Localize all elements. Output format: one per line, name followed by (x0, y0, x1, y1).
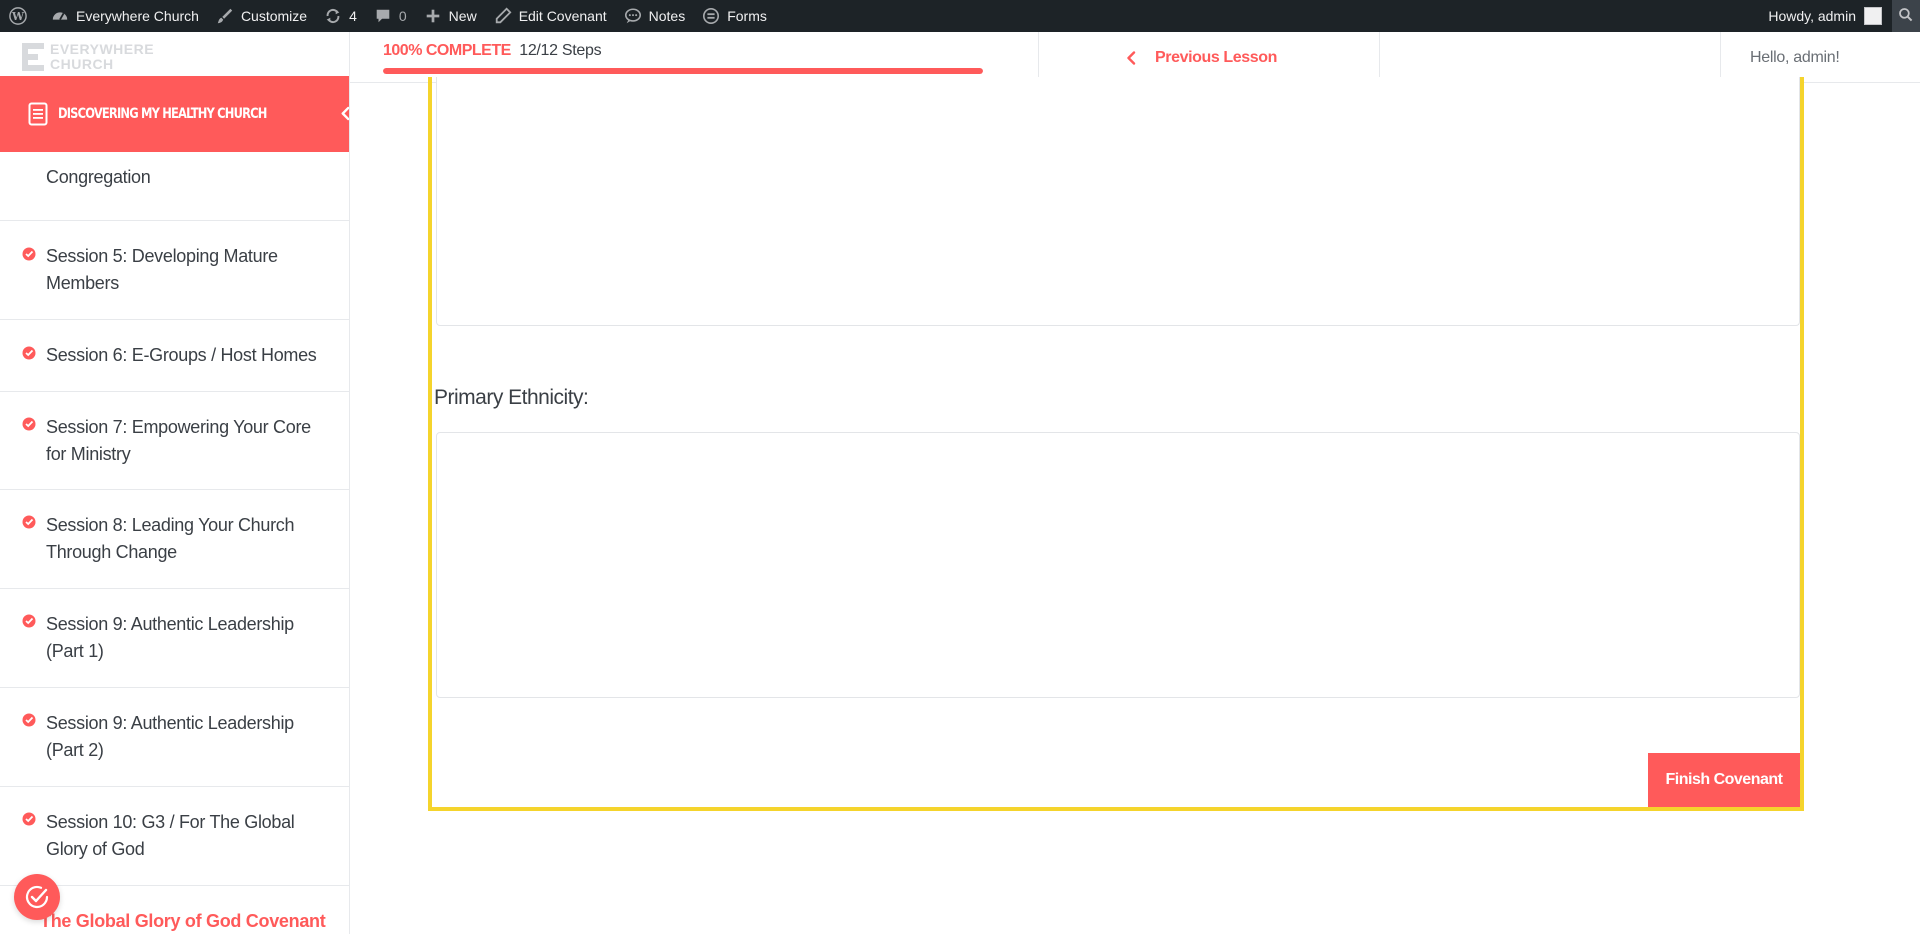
topbar-divider (1720, 32, 1721, 83)
previous-lesson-label: Previous Lesson (1155, 48, 1278, 66)
comment-bubble-icon (373, 6, 393, 26)
lesson-label: Session 10: G3 / For The Global Glory of… (46, 812, 295, 859)
plus-icon (423, 6, 443, 26)
edit-covenant-link[interactable]: Edit Covenant (485, 0, 615, 32)
svg-text:W: W (11, 10, 25, 23)
lesson-label: Congregation (46, 167, 151, 187)
site-logo-mark (22, 43, 44, 71)
forms-icon (701, 6, 721, 26)
lesson-label: Session 9: Authentic Leadership (Part 2) (46, 713, 294, 760)
site-logo[interactable]: EVERYWHERE CHURCH (22, 42, 154, 72)
wp-admin-bar: W Everywhere Church Customize 4 0 New Ed… (0, 0, 1920, 32)
avatar (1864, 7, 1882, 25)
customize-label: Customize (240, 8, 308, 24)
course-sidebar: EVERYWHERE CHURCH Discovering My Healthy… (0, 32, 350, 934)
dashboard-gauge-icon (50, 6, 70, 26)
logo-line-2: CHURCH (50, 56, 114, 72)
updates-refresh-icon (323, 6, 343, 26)
comments-link[interactable]: 0 (365, 0, 415, 32)
progress-steps: 12/12 Steps (519, 42, 602, 59)
course-title: Discovering My Healthy Church (58, 106, 267, 122)
lesson-label: The Global Glory of God Covenant (40, 911, 326, 931)
lesson-topbar: 100% COMPLETE 12/12 Steps Previous Lesso… (350, 32, 1920, 83)
lesson-item[interactable]: Session 8: Leading Your Church Through C… (0, 490, 349, 589)
lesson-label: Session 8: Leading Your Church Through C… (46, 515, 295, 562)
lesson-item[interactable]: Congregation (0, 142, 349, 221)
document-icon (28, 102, 48, 126)
lesson-list: Congregation Session 5: Developing Matur… (0, 142, 349, 934)
updates-count: 4 (349, 8, 357, 24)
notes-label: Notes (648, 8, 686, 24)
check-clock-icon (25, 885, 49, 909)
complete-check-icon (22, 247, 36, 261)
chevron-left-icon (1127, 50, 1136, 65)
updates-link[interactable]: 4 (315, 0, 365, 32)
topbar-divider (1038, 32, 1039, 83)
lesson-item[interactable]: Session 10: G3 / For The Global Glory of… (0, 787, 349, 886)
finish-covenant-button[interactable]: Finish Covenant (1648, 753, 1800, 807)
chevron-left-icon (341, 106, 349, 120)
complete-check-icon (22, 346, 36, 360)
lesson-item[interactable]: Session 6: E-Groups / Host Homes (0, 320, 349, 392)
lesson-content: Primary Ethnicity: Finish Covenant (350, 77, 1920, 934)
customize-link[interactable]: Customize (207, 0, 315, 32)
user-greeting[interactable]: Hello, admin! (1750, 32, 1840, 83)
new-content-link[interactable]: New (415, 0, 485, 32)
help-launcher-button[interactable] (14, 874, 60, 920)
site-name-label: Everywhere Church (76, 8, 199, 24)
edit-covenant-label: Edit Covenant (518, 8, 607, 24)
progress-percent: 100% COMPLETE (383, 42, 511, 59)
notes-link[interactable]: Notes (615, 0, 694, 32)
complete-check-icon (22, 713, 36, 727)
forms-link[interactable]: Forms (693, 0, 775, 32)
howdy-label: Howdy, admin (1768, 8, 1856, 24)
chat-bubble-icon (623, 6, 643, 26)
lesson-label: Session 9: Authentic Leadership (Part 1) (46, 614, 294, 661)
lesson-label: Session 5: Developing Mature Members (46, 246, 278, 293)
progress-bar (383, 68, 983, 74)
search-icon (1898, 7, 1914, 26)
complete-check-icon (22, 515, 36, 529)
adminbar-search-button[interactable] (1892, 0, 1920, 32)
course-header[interactable]: Discovering My Healthy Church (0, 76, 349, 152)
my-account-link[interactable]: Howdy, admin (1760, 0, 1882, 32)
complete-check-icon (22, 614, 36, 628)
site-name-link[interactable]: Everywhere Church (42, 0, 207, 32)
lesson-label: Session 7: Empowering Your Core for Mini… (46, 416, 311, 464)
lesson-item[interactable]: Session 5: Developing Mature Members (0, 221, 349, 320)
progress-bar-fill (383, 68, 983, 74)
wordpress-icon: W (8, 6, 28, 26)
lesson-item[interactable]: Session 9: Authentic Leadership (Part 2) (0, 688, 349, 787)
previous-field-textarea[interactable] (436, 77, 1800, 326)
pencil-icon (493, 6, 513, 26)
covenant-form: Primary Ethnicity: Finish Covenant (428, 77, 1804, 811)
primary-ethnicity-textarea[interactable] (436, 432, 1800, 698)
primary-ethnicity-label: Primary Ethnicity: (434, 386, 589, 409)
new-label: New (448, 8, 477, 24)
course-progress: 100% COMPLETE 12/12 Steps (383, 42, 983, 74)
topbar-divider (1379, 32, 1380, 83)
forms-label: Forms (727, 8, 767, 24)
wordpress-logo-button[interactable]: W (0, 0, 42, 32)
brush-icon (215, 6, 235, 26)
previous-lesson-link[interactable]: Previous Lesson (1125, 32, 1277, 83)
lesson-item[interactable]: Session 7: Empowering Your Core for Mini… (0, 392, 349, 490)
logo-line-1: EVERYWHERE (50, 41, 155, 57)
adminbar-right: Howdy, admin (1760, 0, 1920, 32)
complete-check-icon (22, 417, 36, 431)
complete-check-icon (22, 812, 36, 826)
comments-count: 0 (398, 8, 407, 24)
lesson-item[interactable]: Session 9: Authentic Leadership (Part 1) (0, 589, 349, 688)
lesson-label: Session 6: E-Groups / Host Homes (46, 345, 317, 365)
